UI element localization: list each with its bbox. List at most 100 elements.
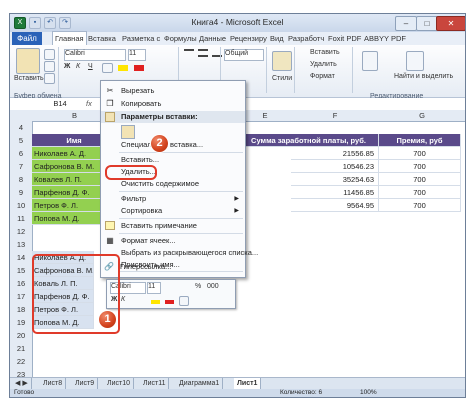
copy-icon: ❐ <box>106 99 114 108</box>
align-middle-icon[interactable] <box>198 49 208 57</box>
column-header-e[interactable]: E <box>239 110 292 122</box>
menu-item-paste-special[interactable]: Специальная вставка... <box>101 139 245 151</box>
row-header[interactable]: 5 <box>10 134 33 148</box>
mini-thousands-button[interactable]: 000 <box>207 283 219 290</box>
borders-icon[interactable] <box>179 296 189 306</box>
bonus-cell[interactable]: 700 <box>379 160 461 173</box>
fx-icon: fx <box>86 99 92 108</box>
menu-item-insert-comment[interactable]: Вставить примечание <box>101 220 245 232</box>
row-header[interactable]: 7 <box>10 160 33 174</box>
row-header[interactable]: 4 <box>10 121 33 135</box>
row-header[interactable]: 19 <box>10 316 33 330</box>
row-header[interactable]: 11 <box>10 212 33 226</box>
font-color-icon[interactable] <box>165 300 174 304</box>
table-header-salary: Сумма заработной платы, руб. <box>239 134 379 147</box>
row-header[interactable]: 10 <box>10 199 33 213</box>
underline-icon[interactable]: Ч <box>88 63 93 70</box>
paste-button[interactable]: Вставить <box>14 75 44 82</box>
row-header[interactable]: 16 <box>10 277 33 291</box>
minimize-button[interactable]: – <box>395 16 417 31</box>
menu-divider <box>119 191 243 192</box>
format-cells-button[interactable]: Формат <box>310 73 335 80</box>
column-header-g[interactable]: G <box>379 110 465 122</box>
sort-filter-icon[interactable] <box>362 51 378 71</box>
row-header[interactable]: 6 <box>10 147 33 161</box>
row-header[interactable]: 20 <box>10 329 33 343</box>
zoom-level[interactable]: 100% <box>360 389 377 397</box>
salary-cell[interactable]: 11456.85 <box>291 186 379 199</box>
title-bar: X ▪ ↶ ↷ Книга4 - Microsoft Excel – □ ✕ <box>10 14 465 32</box>
callout-badge-one: 1 <box>99 311 116 328</box>
font-name-select[interactable]: Calibri <box>64 49 126 61</box>
bonus-cell[interactable]: 700 <box>379 173 461 186</box>
italic-icon[interactable]: К <box>76 63 80 70</box>
styles-button[interactable]: Стили <box>272 75 292 82</box>
column-header-f[interactable]: F <box>291 110 380 122</box>
borders-icon[interactable] <box>102 63 113 73</box>
find-select-button[interactable]: Найти и выделить <box>394 73 454 81</box>
tab-page-layout[interactable]: Разметка с <box>122 32 160 45</box>
tab-data[interactable]: Данные <box>199 32 226 45</box>
delete-cells-button[interactable]: Удалить <box>310 61 337 68</box>
paste-icon[interactable] <box>16 48 40 74</box>
tab-view[interactable]: Вид <box>270 32 284 45</box>
menu-divider <box>119 152 243 153</box>
italic-icon[interactable]: К <box>121 296 125 303</box>
row-header[interactable]: 21 <box>10 342 33 356</box>
row-header[interactable]: 12 <box>10 225 33 239</box>
bonus-cell[interactable]: 700 <box>379 186 461 199</box>
name-box[interactable]: B14 <box>40 99 80 108</box>
tab-file[interactable]: Файл <box>12 32 42 45</box>
salary-cell[interactable]: 35254.63 <box>291 173 379 186</box>
tab-insert[interactable]: Вставка <box>88 32 116 45</box>
salary-cell[interactable]: 9564.95 <box>291 199 379 212</box>
fill-color-icon[interactable] <box>151 300 160 304</box>
tab-review[interactable]: Рецензиру <box>230 32 267 45</box>
table-header-bonus: Премия, руб <box>379 134 461 147</box>
menu-item-copy[interactable]: ❐ Копировать <box>101 98 245 110</box>
number-format-select[interactable]: Общий <box>224 49 264 61</box>
row-header[interactable]: 8 <box>10 173 33 187</box>
find-icon[interactable] <box>406 51 424 71</box>
mini-percent-button[interactable]: % <box>195 283 201 290</box>
menu-item-hyperlink[interactable]: 🔗 Гиперссылка... <box>100 261 244 273</box>
row-header[interactable]: 13 <box>10 238 33 252</box>
row-header[interactable]: 17 <box>10 290 33 304</box>
divider <box>58 47 59 93</box>
align-top-icon[interactable] <box>184 49 194 59</box>
insert-cells-button[interactable]: Вставить <box>310 49 340 56</box>
font-size-select[interactable]: 11 <box>128 49 146 61</box>
row-header[interactable]: 18 <box>10 303 33 317</box>
tab-home[interactable]: Главная <box>52 31 87 46</box>
menu-item-format-cells[interactable]: ▦ Формат ячеек... <box>101 235 245 247</box>
salary-cell[interactable]: 10546.23 <box>291 160 379 173</box>
tab-developer[interactable]: Разработч <box>288 32 324 45</box>
paste-option-button[interactable] <box>121 125 135 139</box>
menu-item-clear-contents[interactable]: Очистить содержимое <box>101 178 245 190</box>
bonus-cell[interactable]: 700 <box>379 199 461 212</box>
menu-item-filter[interactable]: Фильтр ▶ <box>101 193 245 205</box>
row-header[interactable]: 22 <box>10 355 33 369</box>
tab-abbyy-pdf[interactable]: ABBYY PDF <box>364 32 406 45</box>
row-header[interactable]: 9 <box>10 186 33 200</box>
fill-color-icon[interactable] <box>118 65 128 71</box>
menu-item-sort[interactable]: Сортировка ▶ <box>101 205 245 217</box>
bold-icon[interactable]: Ж <box>64 63 70 70</box>
copy-icon[interactable] <box>44 61 55 72</box>
cut-icon[interactable] <box>44 49 55 60</box>
tab-formulas[interactable]: Формулы <box>164 32 197 45</box>
menu-item-cut[interactable]: ✂ Вырезать <box>101 85 245 97</box>
format-painter-icon[interactable] <box>44 73 55 84</box>
close-button[interactable]: ✕ <box>436 16 465 31</box>
paste-icon <box>105 112 115 122</box>
menu-item-pick-from-list[interactable]: Выбрать из раскрывающегося списка... <box>101 247 258 259</box>
row-header[interactable]: 14 <box>10 251 33 265</box>
bonus-cell[interactable]: 700 <box>379 147 461 160</box>
font-color-icon[interactable] <box>134 65 144 71</box>
tab-foxit-pdf[interactable]: Foxit PDF <box>328 32 361 45</box>
row-header[interactable]: 15 <box>10 264 33 278</box>
mini-size-select[interactable]: 11 <box>147 282 161 294</box>
styles-icon[interactable] <box>272 51 292 71</box>
salary-cell[interactable]: 21556.85 <box>291 147 379 160</box>
maximize-button[interactable]: □ <box>416 16 438 31</box>
